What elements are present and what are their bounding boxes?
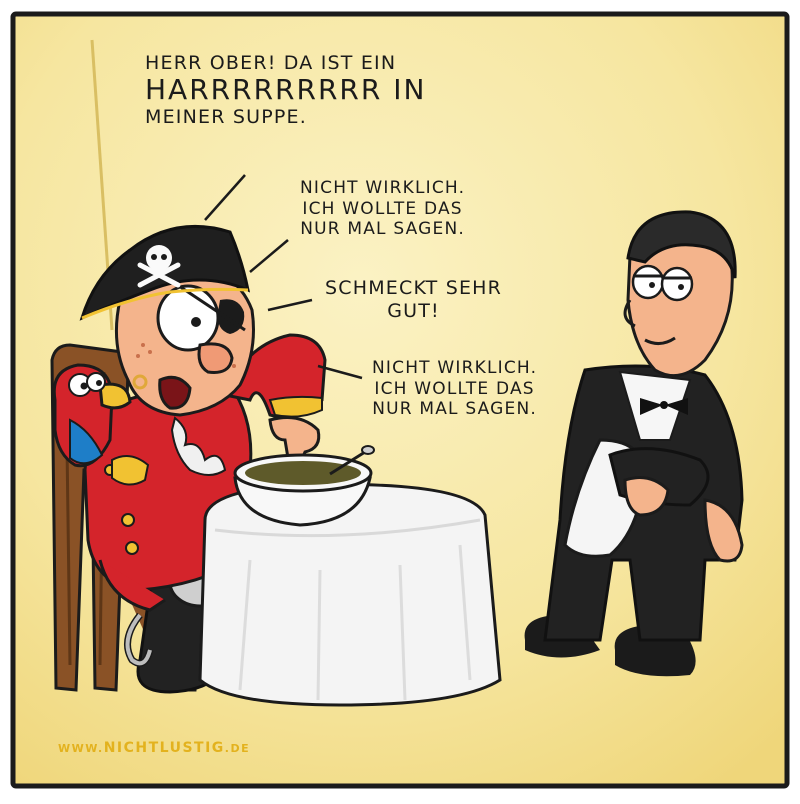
speech-line: Harrrrrrrrr in — [145, 73, 427, 107]
pirate-mouth — [158, 375, 192, 410]
speech-line: Nicht wirklich. — [300, 178, 466, 198]
speech-line: Ich wollte das — [302, 198, 463, 219]
speech-line: Herr Ober! Da ist ein — [145, 52, 397, 74]
tablecloth — [198, 482, 502, 707]
speech-line: gut! — [387, 300, 440, 323]
speech-line: Nicht wirklich. — [372, 358, 538, 378]
speech-line: Ich wollte das — [374, 378, 535, 399]
speech-line: nur mal sagen. — [300, 219, 466, 240]
speech-bubble-pirate-2: Nicht wirklich. Ich wollte das nur mal s… — [300, 178, 465, 240]
site-credit: www.nichtlustig.de — [58, 740, 250, 756]
speech-line: Schmeckt sehr — [325, 277, 503, 299]
speech-line: nur mal sagen. — [372, 399, 538, 420]
speech-line: meiner Suppe. — [145, 105, 307, 128]
credit-name: nichtlustig — [103, 740, 225, 756]
comic-panel: Herr Ober! Da ist ein Harrrrrrrrr in mei… — [0, 0, 800, 800]
speech-bubble-pirate-3: Schmeckt sehr gut! — [325, 277, 502, 323]
pirate-eye — [156, 284, 220, 352]
credit-suffix: .de — [224, 742, 251, 755]
speech-bubble-pirate-1: Herr Ober! Da ist ein Harrrrrrrrr in mei… — [145, 52, 426, 129]
pirate-nose — [197, 342, 234, 374]
speech-bubble-pirate-4: Nicht wirklich. Ich wollte das nur mal s… — [372, 358, 537, 420]
credit-prefix: www. — [58, 742, 104, 755]
table — [198, 482, 502, 707]
